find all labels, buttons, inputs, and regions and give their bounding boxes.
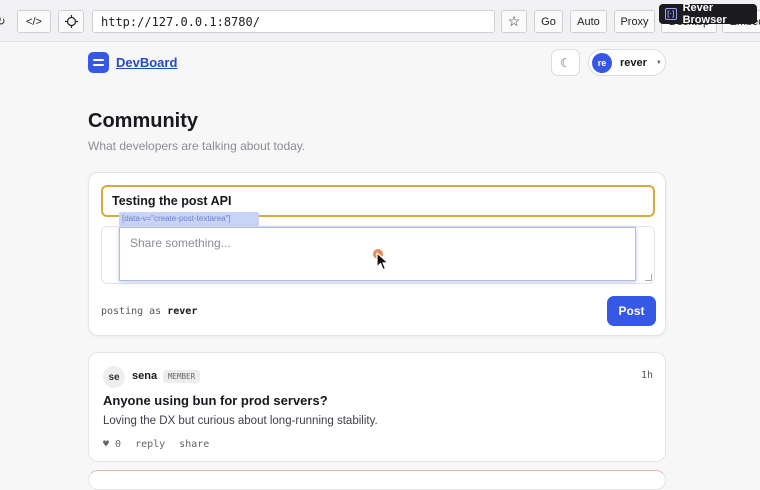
target-icon[interactable] [58, 10, 84, 33]
bookmark-star-icon[interactable]: ☆ [501, 10, 527, 33]
avatar: se [103, 366, 125, 388]
compose-card: Testing the post API [data-v="create-pos… [88, 172, 666, 336]
rever-browser-badge: [·] Rever Browser [659, 2, 757, 26]
role-badge: MEMBER [163, 370, 201, 383]
theme-toggle-button[interactable]: ☾ [551, 49, 580, 76]
devtools-button[interactable]: </> [17, 10, 51, 33]
post-button[interactable]: Post [607, 296, 656, 326]
post-timestamp: 1h [640, 370, 653, 381]
posting-as-user: rever [167, 306, 198, 317]
reload-icon[interactable]: ↻ [0, 10, 8, 33]
like-button[interactable]: ♥ 0 [103, 439, 121, 450]
rever-logo-icon: [·] [665, 8, 677, 20]
posting-as-label: posting as rever [101, 306, 197, 317]
resize-handle-icon[interactable] [645, 274, 652, 281]
mouse-cursor-icon [376, 252, 389, 271]
browser-toolbar: ↻ </> http://127.0.0.1:8780/ ☆ Go Auto P… [0, 0, 760, 42]
reply-button[interactable]: reply [135, 439, 165, 450]
page-title: Community [88, 110, 198, 132]
post-body: Loving the DX but curious about long-run… [103, 415, 378, 427]
post-actions: ♥ 0 reply share [103, 439, 209, 450]
menu-logo-icon[interactable] [88, 52, 109, 73]
share-button[interactable]: share [179, 439, 209, 450]
element-highlight-tag: [data-v="create-post-textarea"] [119, 212, 259, 226]
posting-as-prefix: posting as [101, 306, 162, 317]
post-title[interactable]: Anyone using bun for prod servers? [103, 393, 328, 408]
user-name: rever [620, 56, 647, 69]
auto-button[interactable]: Auto [570, 10, 607, 33]
chevron-down-icon: ▼ [655, 59, 662, 66]
brand-link[interactable]: DevBoard [116, 55, 177, 70]
rever-browser-label: Rever Browser [682, 2, 727, 26]
user-menu-button[interactable]: re rever ▼ [588, 49, 666, 76]
avatar: re [592, 52, 612, 73]
go-button[interactable]: Go [534, 10, 563, 33]
moon-icon: ☾ [560, 55, 571, 70]
url-input[interactable]: http://127.0.0.1:8780/ [92, 10, 495, 33]
proxy-button[interactable]: Proxy [614, 10, 655, 33]
post-card-partial [88, 470, 666, 490]
page-subtitle: What developers are talking about today. [88, 139, 306, 153]
post-card: se sena MEMBER 1h Anyone using bun for p… [88, 352, 666, 462]
post-author[interactable]: sena [132, 370, 157, 382]
